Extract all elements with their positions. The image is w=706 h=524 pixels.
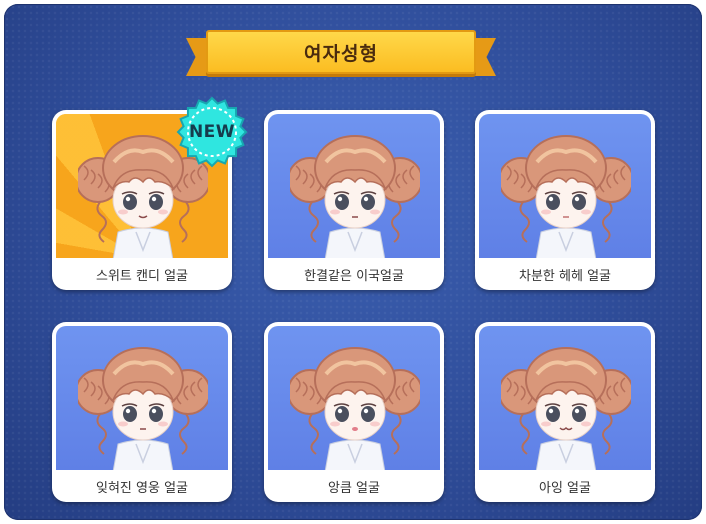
eye-highlight-right [574, 408, 580, 414]
outfit-shape [324, 439, 386, 470]
face-preview [479, 326, 651, 470]
new-badge: NEW [176, 96, 248, 168]
face-selection-panel: 여자성형 스위트 캔디 얼굴 한결같은 이국얼굴 차분한 헤헤 얼굴 잊혀진 영… [4, 4, 702, 520]
eye-highlight-left [337, 196, 343, 202]
blush-left [541, 209, 551, 215]
hair-curl-left [308, 201, 319, 243]
hair-curl-right [602, 201, 613, 243]
blush-right [581, 421, 591, 427]
title-ribbon: 여자성형 [186, 26, 496, 82]
eye-right [149, 406, 163, 422]
hair-curl-right [602, 413, 613, 455]
blush-left [118, 209, 128, 215]
face-preview [268, 114, 440, 258]
eye-highlight-right [574, 196, 580, 202]
eye-highlight-right [363, 196, 369, 202]
face-option-card[interactable]: 아잉 얼굴 [475, 322, 655, 502]
blush-left [118, 421, 128, 427]
face-preview [56, 326, 228, 470]
face-option-card[interactable]: 앙큼 얼굴 [264, 322, 444, 502]
face-preview [479, 114, 651, 258]
face-option-label: 스위트 캔디 얼굴 [96, 268, 188, 284]
eye-left [546, 194, 560, 210]
eye-highlight-left [548, 196, 554, 202]
blush-right [158, 209, 168, 215]
blush-right [370, 209, 380, 215]
new-badge-label: NEW [188, 122, 236, 142]
face-option-label: 한결같은 이국얼굴 [304, 268, 404, 284]
outfit-shape [535, 439, 597, 470]
eye-right [149, 194, 163, 210]
eye-highlight-left [337, 408, 343, 414]
outfit-shape [112, 439, 174, 470]
page-title: 여자성형 [304, 42, 378, 65]
character-face-image [501, 135, 631, 258]
face-option-label: 앙큼 얼굴 [328, 480, 380, 496]
character-face-image [290, 135, 420, 258]
eye-highlight-right [363, 408, 369, 414]
eye-highlight-left [125, 408, 131, 414]
blush-left [330, 421, 340, 427]
hair-curl-left [96, 201, 107, 243]
eye-highlight-left [548, 408, 554, 414]
face-preview [268, 326, 440, 470]
eye-right [572, 194, 586, 210]
eye-left [123, 406, 137, 422]
face-option-card[interactable]: 한결같은 이국얼굴 [264, 110, 444, 290]
hair-curl-right [391, 413, 402, 455]
face-option-card[interactable]: 차분한 헤헤 얼굴 [475, 110, 655, 290]
ribbon-band: 여자성형 [206, 30, 476, 74]
blush-right [581, 209, 591, 215]
blush-left [330, 209, 340, 215]
hair-curl-right [391, 201, 402, 243]
eye-right [361, 194, 375, 210]
eye-left [335, 406, 349, 422]
eye-left [546, 406, 560, 422]
eye-left [123, 194, 137, 210]
character-face-image [290, 347, 420, 470]
eye-highlight-left [125, 196, 131, 202]
hair-curl-right [179, 413, 190, 455]
eye-right [361, 406, 375, 422]
hair-curl-left [519, 201, 530, 243]
character-face-image [78, 347, 208, 470]
eye-left [335, 194, 349, 210]
face-option-card[interactable]: 잊혀진 영웅 얼굴 [52, 322, 232, 502]
eye-right [572, 406, 586, 422]
mouth [352, 427, 358, 431]
hair-curl-left [308, 413, 319, 455]
eye-highlight-right [151, 408, 157, 414]
blush-right [158, 421, 168, 427]
outfit-shape [324, 227, 386, 258]
hair-curl-right [179, 201, 190, 243]
outfit-shape [535, 227, 597, 258]
face-option-label: 아잉 얼굴 [539, 480, 591, 496]
blush-right [370, 421, 380, 427]
character-face-image [501, 347, 631, 470]
eye-highlight-right [151, 196, 157, 202]
face-option-label: 잊혀진 영웅 얼굴 [96, 480, 188, 496]
hair-curl-left [519, 413, 530, 455]
hair-curl-left [96, 413, 107, 455]
outfit-shape [112, 227, 174, 258]
face-option-label: 차분한 헤헤 얼굴 [519, 268, 611, 284]
blush-left [541, 421, 551, 427]
